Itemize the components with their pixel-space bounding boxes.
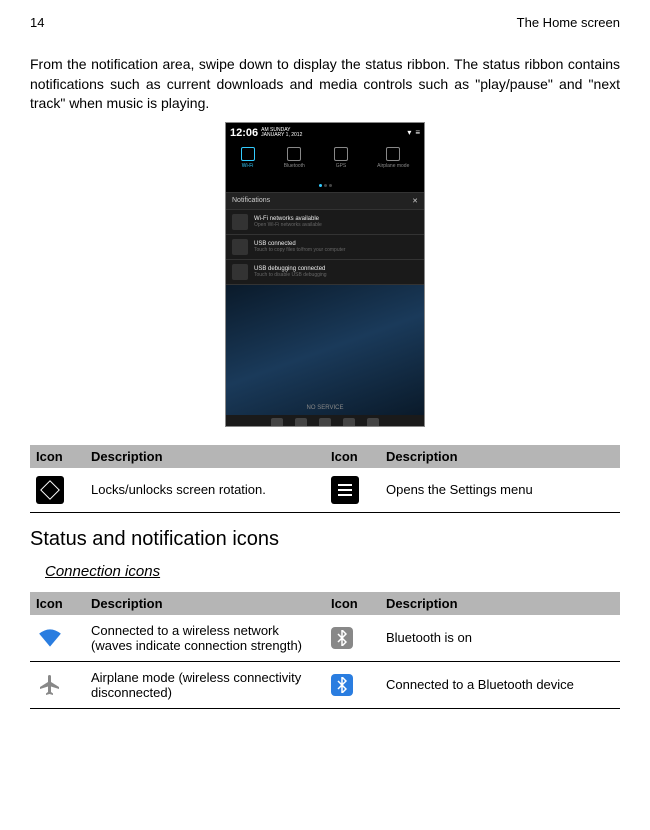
header-section-title: The Home screen [517,15,620,30]
statusbar-clock: 12:06 [230,127,258,139]
app-icon[interactable] [343,418,355,427]
bluetooth-icon [287,147,301,161]
notification-item[interactable]: USB connected Touch to copy files to/fro… [226,235,424,260]
gps-toggle[interactable]: GPS [334,147,348,169]
airplane-toggle[interactable]: Airplane mode [377,147,409,169]
table-row: Locks/unlocks screen rotation. Opens the… [30,468,620,513]
table-row: Connected to a wireless network (waves i… [30,615,620,662]
col-desc-header: Description [380,592,620,615]
embedded-screenshot: 12:06 AM SUNDAY JANUARY 1, 2012 ▾ ≡ Wi-F… [30,122,620,427]
no-service-label: NO SERVICE [307,405,344,411]
desc-cell: Opens the Settings menu [380,468,620,513]
wifi-icon [241,147,255,161]
ribbon-icons-table: Icon Description Icon Description Locks/… [30,445,620,513]
table-row: Airplane mode (wireless connectivity dis… [30,661,620,708]
quick-toggle-row: Wi-Fi Bluetooth GPS Airplane mode [226,143,424,173]
app-icon[interactable] [295,418,307,427]
airplane-mode-icon [36,671,64,699]
usb-debug-notif-icon [232,264,248,280]
col-icon-header: Icon [30,592,85,615]
rotation-lock-icon [36,476,64,504]
desc-cell: Connected to a Bluetooth device [380,661,620,708]
col-icon-header: Icon [325,445,380,468]
statusbar-icons: ▾ ≡ [407,128,420,137]
app-icon[interactable] [271,418,283,427]
notification-item[interactable]: USB debugging connected Touch to disable… [226,260,424,285]
statusbar-date: AM SUNDAY JANUARY 1, 2012 [261,128,302,138]
notifications-header: Notifications ✕ [226,192,424,210]
desc-cell: Airplane mode (wireless connectivity dis… [85,661,325,708]
page-number: 14 [30,15,44,30]
android-statusbar: 12:06 AM SUNDAY JANUARY 1, 2012 ▾ ≡ [226,123,424,143]
col-icon-header: Icon [325,592,380,615]
app-icon[interactable] [367,418,379,427]
android-device-frame: 12:06 AM SUNDAY JANUARY 1, 2012 ▾ ≡ Wi-F… [225,122,425,427]
body-paragraph: From the notification area, swipe down t… [30,55,620,114]
desc-cell: Connected to a wireless network (waves i… [85,615,325,662]
airplane-icon [386,147,400,161]
col-desc-header: Description [85,592,325,615]
bluetooth-icon [331,627,353,649]
usb-notif-icon [232,239,248,255]
clear-notifications-icon[interactable]: ✕ [412,197,418,205]
bluetooth-connected-icon [331,674,353,696]
settings-status-icon: ≡ [415,128,420,137]
col-icon-header: Icon [30,445,85,468]
page-indicator [226,173,424,192]
page-header: 14 The Home screen [30,15,620,30]
bluetooth-toggle[interactable]: Bluetooth [284,147,305,169]
app-icon[interactable] [319,418,331,427]
wifi-toggle[interactable]: Wi-Fi [241,147,255,169]
wifi-icon [36,624,64,652]
notification-item[interactable]: Wi-Fi networks available Open Wi-Fi netw… [226,210,424,235]
gps-icon [334,147,348,161]
desc-cell: Bluetooth is on [380,615,620,662]
col-desc-header: Description [85,445,325,468]
home-wallpaper: NO SERVICE [226,285,424,415]
wifi-notif-icon [232,214,248,230]
connection-icons-table: Icon Description Icon Description Connec… [30,592,620,709]
col-desc-header: Description [380,445,620,468]
desc-cell: Locks/unlocks screen rotation. [85,468,325,513]
wifi-status-icon: ▾ [407,128,411,137]
settings-icon [331,476,359,504]
section-heading: Status and notification icons [30,528,620,551]
subsection-heading: Connection icons [45,563,620,580]
favorites-tray [226,415,424,427]
